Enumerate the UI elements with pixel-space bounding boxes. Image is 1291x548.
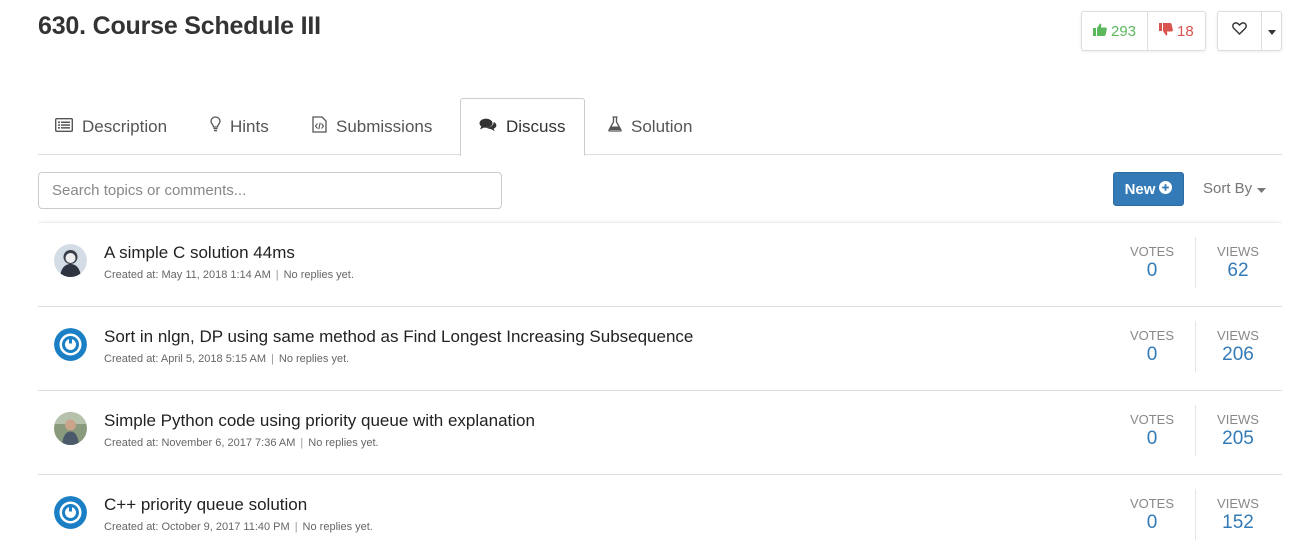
stat-divider [1195, 489, 1196, 540]
avatar [54, 412, 87, 445]
vote-group: 293 18 [1081, 11, 1206, 51]
votes-stat: VOTES 0 [1117, 412, 1187, 450]
dislike-count: 18 [1177, 22, 1194, 40]
votes-stat: VOTES 0 [1117, 496, 1187, 534]
votes-count: 0 [1146, 260, 1158, 281]
favorite-dropdown-toggle[interactable] [1262, 12, 1281, 50]
like-button[interactable]: 293 [1082, 12, 1149, 50]
created-date: Created at: October 9, 2017 11:40 PM [104, 521, 290, 533]
stat-divider [1195, 405, 1196, 456]
reply-status: No replies yet. [308, 437, 379, 449]
topic-title[interactable]: Simple Python code using priority queue … [104, 411, 535, 431]
reply-status: No replies yet. [278, 353, 350, 365]
thumbs-up-icon [1093, 23, 1111, 40]
views-stat: VIEWS 62 [1203, 244, 1273, 282]
tab-label: Submissions [336, 116, 433, 136]
tab-label: Discuss [506, 117, 566, 136]
views-count: 152 [1222, 512, 1254, 533]
votes-label: VOTES [1129, 328, 1175, 343]
votes-count: 0 [1146, 344, 1158, 365]
topic-title[interactable]: C++ priority queue solution [104, 495, 307, 515]
tab-solution[interactable]: Solution [608, 98, 692, 155]
votes-stat: VOTES 0 [1117, 328, 1187, 366]
views-count: 62 [1227, 260, 1249, 281]
like-count: 293 [1111, 22, 1137, 40]
votes-label: VOTES [1129, 496, 1175, 511]
topic-row[interactable]: Simple Python code using priority queue … [38, 391, 1282, 475]
topic-row[interactable]: Sort in nlgn, DP using same method as Fi… [38, 307, 1282, 391]
caret-down-icon [1252, 180, 1267, 197]
favorite-button[interactable] [1218, 12, 1262, 50]
created-date: Created at: May 11, 2018 1:14 AM [104, 269, 271, 281]
topic-meta: Created at: May 11, 2018 1:14 AM | No repl… [104, 269, 354, 281]
caret-down-icon [1267, 22, 1276, 40]
topic-title[interactable]: Sort in nlgn, DP using same method as Fi… [104, 327, 693, 347]
tab-bar: Description Hints Submissions Discuss So… [38, 98, 1282, 156]
topic-row[interactable]: C++ priority queue solution Created at: … [38, 475, 1282, 548]
tab-discuss[interactable]: Discuss [460, 98, 585, 156]
new-topic-button[interactable]: New [1113, 172, 1184, 206]
code-file-icon [312, 115, 336, 138]
views-stat: VIEWS 205 [1203, 412, 1273, 450]
topic-meta: Created at: November 6, 2017 7:36 AM | No … [104, 437, 379, 449]
search-input[interactable] [38, 172, 502, 209]
stat-divider [1195, 321, 1196, 372]
views-stat: VIEWS 152 [1203, 496, 1273, 534]
problem-title: 630. Course Schedule III [38, 12, 321, 40]
avatar [54, 328, 87, 361]
flask-icon [608, 116, 631, 137]
views-stat: VIEWS 206 [1203, 328, 1273, 366]
reply-status: No replies yet. [302, 521, 373, 533]
votes-stat: VOTES 0 [1117, 244, 1187, 282]
plus-circle-icon [1155, 180, 1173, 198]
created-date: Created at: April 5, 2018 5:15 AM [104, 353, 267, 365]
avatar [54, 244, 87, 277]
topic-row[interactable]: A simple C solution 44ms Created at: May… [38, 223, 1282, 307]
votes-label: VOTES [1129, 412, 1175, 427]
topic-meta: Created at: October 9, 2017 11:40 PM | No … [104, 521, 373, 533]
tab-label: Solution [631, 116, 693, 136]
reply-status: No replies yet. [283, 269, 354, 281]
created-date: Created at: November 6, 2017 7:36 AM [104, 437, 296, 449]
views-count: 206 [1222, 344, 1254, 365]
tab-label: Hints [230, 116, 269, 136]
views-label: VIEWS [1217, 412, 1259, 427]
votes-label: VOTES [1129, 244, 1175, 259]
views-count: 205 [1222, 428, 1254, 449]
sort-by-label: Sort By [1203, 180, 1253, 197]
dislike-button[interactable]: 18 [1148, 12, 1205, 50]
sort-by-dropdown[interactable]: Sort By [1203, 180, 1267, 197]
new-button-label: New [1124, 180, 1156, 198]
avatar [54, 496, 87, 529]
votes-count: 0 [1146, 428, 1158, 449]
stat-divider [1195, 237, 1196, 288]
views-label: VIEWS [1217, 496, 1259, 511]
views-label: VIEWS [1217, 244, 1259, 259]
tab-description[interactable]: Description [54, 98, 168, 155]
tab-submissions[interactable]: Submissions [312, 98, 432, 155]
favorite-group [1217, 11, 1282, 51]
list-icon [54, 117, 82, 137]
heart-icon [1232, 22, 1247, 40]
votes-count: 0 [1146, 512, 1158, 533]
topic-list: A simple C solution 44ms Created at: May… [38, 222, 1282, 548]
topic-meta: Created at: April 5, 2018 5:15 AM | No rep… [104, 353, 350, 365]
tab-hints[interactable]: Hints [210, 98, 269, 155]
lightbulb-icon [210, 116, 230, 137]
thumbs-down-icon [1159, 22, 1177, 40]
views-label: VIEWS [1217, 328, 1259, 343]
tab-label: Description [82, 116, 168, 136]
topic-title[interactable]: A simple C solution 44ms [104, 243, 295, 263]
comments-icon [479, 117, 506, 137]
